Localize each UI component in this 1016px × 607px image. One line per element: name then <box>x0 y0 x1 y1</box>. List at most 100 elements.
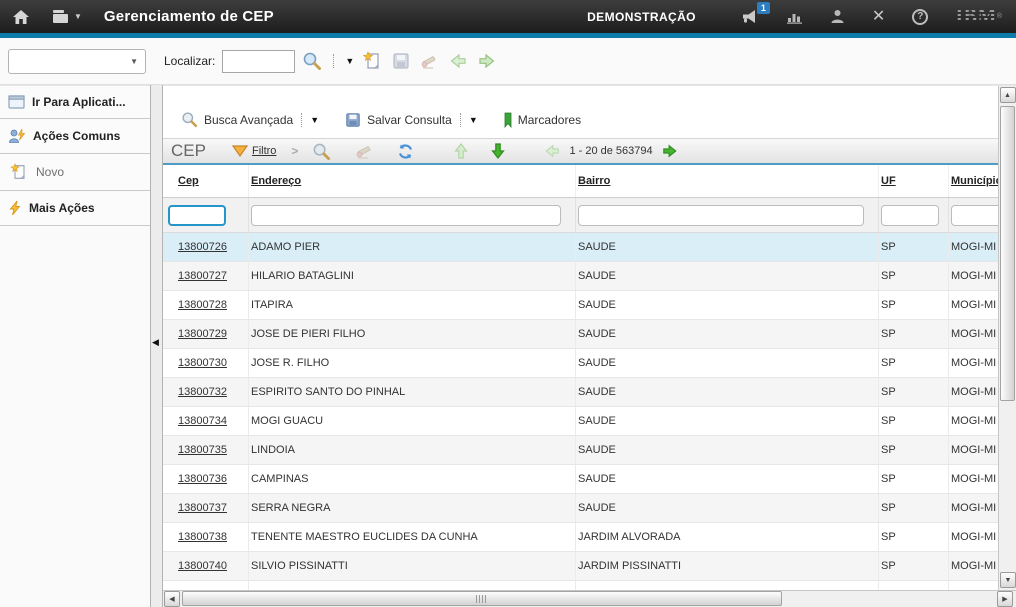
cep-link[interactable]: 13800736 <box>178 473 227 485</box>
cep-link[interactable]: 13800728 <box>178 299 227 311</box>
marcadores-button[interactable]: Marcadores <box>504 112 581 128</box>
filtro-label[interactable]: Filtro <box>252 145 276 157</box>
salvar-consulta-button[interactable]: Salvar Consulta ▼ <box>345 112 478 128</box>
scroll-down-icon[interactable]: ▼ <box>1000 572 1016 588</box>
sidebar-item-novo[interactable]: Novo <box>0 154 150 191</box>
busca-avancada-button[interactable]: Busca Avançada ▼ <box>181 111 319 128</box>
column-header-uf[interactable]: UF <box>879 165 949 197</box>
refresh-icon[interactable] <box>397 143 414 160</box>
cep-link[interactable]: 13800735 <box>178 444 227 456</box>
table-row[interactable]: 13800734MOGI GUACUSAUDESPMOGI-MI <box>163 407 998 436</box>
move-down-icon[interactable] <box>490 142 506 160</box>
cell-cep: 13800735 <box>163 436 249 464</box>
localizar-input[interactable] <box>222 50 295 73</box>
notification-badge: 1 <box>757 2 770 14</box>
table-search-icon[interactable] <box>312 142 331 161</box>
horizontal-scrollbar-thumb[interactable] <box>182 591 782 606</box>
cep-link[interactable]: 13800740 <box>178 560 227 572</box>
next-page-icon[interactable] <box>661 143 679 159</box>
sidebar-item-mais-acoes[interactable]: Mais Ações <box>0 191 150 226</box>
close-icon[interactable]: ✕ <box>872 9 885 25</box>
table-row[interactable]: 13800726ADAMO PIERSAUDESPMOGI-MI <box>163 233 998 262</box>
cell-municipio: MOGI-MI <box>949 262 998 290</box>
vertical-scrollbar-thumb[interactable] <box>1000 106 1015 401</box>
cell-municipio: MOGI-MI <box>949 320 998 348</box>
scroll-right-icon[interactable]: ▶ <box>997 591 1013 607</box>
previous-page-icon[interactable] <box>543 143 561 159</box>
filtro-button[interactable]: Filtro <box>232 145 276 157</box>
sidebar-item-acoes-comuns[interactable]: Ações Comuns <box>0 119 150 154</box>
cell-uf: SP <box>879 291 949 319</box>
menu-caret-icon: ▼ <box>74 12 82 21</box>
cell-endereco: JOSE DE PIERI FILHO <box>249 320 576 348</box>
save-icon[interactable] <box>392 52 410 70</box>
next-icon[interactable] <box>477 52 497 70</box>
table-row[interactable]: 13800738TENENTE MAESTRO EUCLIDES DA CUNH… <box>163 523 998 552</box>
home-icon[interactable] <box>12 9 30 25</box>
sidebar-item-ir-para-aplicativo[interactable]: Ir Para Aplicati... <box>0 86 150 119</box>
previous-icon[interactable] <box>448 52 468 70</box>
column-header-municipio[interactable]: Município <box>949 165 998 197</box>
cep-link[interactable]: 13800727 <box>178 270 227 282</box>
cep-link[interactable]: 13800737 <box>178 502 227 514</box>
applications-menu-icon[interactable]: ▼ <box>52 9 82 24</box>
table-row[interactable]: 13800728ITAPIRASAUDESPMOGI-MI <box>163 291 998 320</box>
salvar-consulta-label: Salvar Consulta <box>367 113 452 127</box>
column-header-cep[interactable]: Cep <box>163 165 249 197</box>
new-record-icon[interactable] <box>363 51 383 71</box>
separator <box>333 54 334 68</box>
cell-uf: SP <box>879 262 949 290</box>
cep-link[interactable]: 13800729 <box>178 328 227 340</box>
sidebar-splitter[interactable]: ◀ <box>150 85 163 607</box>
cep-link[interactable]: 13800738 <box>178 531 227 543</box>
cell-endereco: HILARIO BATAGLINI <box>249 262 576 290</box>
table-row[interactable]: 13800736CAMPINASSAUDESPMOGI-MI <box>163 465 998 494</box>
vertical-scrollbar[interactable]: ▲ ▼ <box>998 86 1016 590</box>
cep-link[interactable]: 13800734 <box>178 415 227 427</box>
column-header-bairro[interactable]: Bairro <box>576 165 879 197</box>
page-title: Gerenciamento de CEP <box>104 8 274 25</box>
cell-endereco: ESPIRITO SANTO DO PINHAL <box>249 378 576 406</box>
busca-avancada-caret-icon[interactable]: ▼ <box>310 115 319 125</box>
move-up-icon[interactable] <box>453 142 469 160</box>
horizontal-scrollbar[interactable]: ◀ ▶ <box>163 590 1016 607</box>
megaphone-icon[interactable]: 1 <box>741 9 759 24</box>
clear-icon[interactable] <box>419 52 439 70</box>
cep-link[interactable]: 13800726 <box>178 241 227 253</box>
column-header-endereco[interactable]: Endereço <box>249 165 576 197</box>
goto-combobox[interactable]: ▼ <box>8 49 146 74</box>
window-icon <box>8 95 25 109</box>
table-row[interactable]: 13800737SERRA NEGRASAUDESPMOGI-MI <box>163 494 998 523</box>
filter-input-cep[interactable] <box>168 205 226 226</box>
table-row[interactable]: 13800727HILARIO BATAGLINISAUDESPMOGI-MI <box>163 262 998 291</box>
scroll-left-icon[interactable]: ◀ <box>164 591 180 607</box>
table-row[interactable]: 13800730JOSE R. FILHOSAUDESPMOGI-MI <box>163 349 998 378</box>
table-row[interactable]: 13800732ESPIRITO SANTO DO PINHALSAUDESPM… <box>163 378 998 407</box>
filter-input-endereco[interactable] <box>251 205 561 226</box>
filter-input-bairro[interactable] <box>578 205 864 226</box>
bar-chart-icon[interactable] <box>786 10 803 24</box>
filter-input-uf[interactable] <box>881 205 939 226</box>
search-icon <box>181 111 198 128</box>
cell-cep: 13800730 <box>163 349 249 377</box>
filter-funnel-icon <box>232 145 248 157</box>
search-dropdown-caret-icon[interactable]: ▼ <box>345 56 354 66</box>
help-icon[interactable]: ? <box>912 9 928 25</box>
table-row[interactable]: 13800729JOSE DE PIERI FILHOSAUDESPMOGI-M… <box>163 320 998 349</box>
cell-cep: 13800732 <box>163 378 249 406</box>
table-row[interactable]: 13800735LINDOIASAUDESPMOGI-MI <box>163 436 998 465</box>
salvar-consulta-caret-icon[interactable]: ▼ <box>469 115 478 125</box>
table-clear-icon[interactable] <box>354 142 374 160</box>
cep-link[interactable]: 13800730 <box>178 357 227 369</box>
sidebar: Ir Para Aplicati... Ações Comuns Novo Ma… <box>0 85 150 607</box>
collapse-sidebar-icon[interactable]: ◀ <box>152 337 159 348</box>
expand-chevron-icon[interactable]: > <box>291 144 298 158</box>
cep-link[interactable]: 13800732 <box>178 386 227 398</box>
search-icon[interactable] <box>302 51 322 71</box>
cell-municipio: MOGI-MI <box>949 233 998 261</box>
user-icon[interactable] <box>830 9 845 24</box>
scroll-up-icon[interactable]: ▲ <box>1000 87 1016 103</box>
cell-endereco: LINDOIA <box>249 436 576 464</box>
table-row[interactable]: 13800740SILVIO PISSINATTIJARDIM PISSINAT… <box>163 552 998 581</box>
filter-input-municipio[interactable] <box>951 205 998 226</box>
